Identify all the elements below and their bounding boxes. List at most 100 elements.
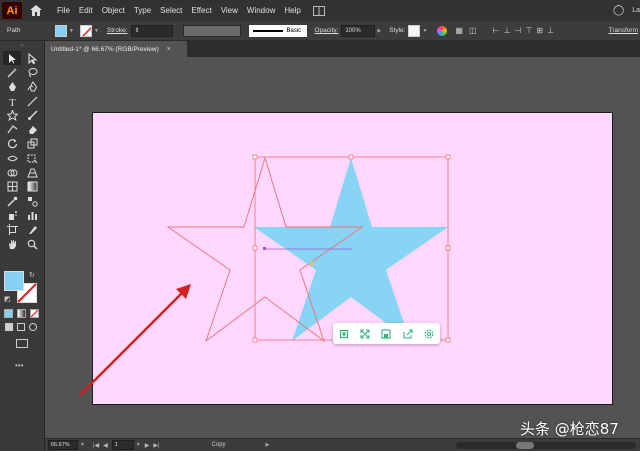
opacity-label[interactable]: Opacity: bbox=[315, 27, 339, 34]
perspective-grid-tool-icon[interactable] bbox=[23, 165, 41, 179]
toolbox-collapse-icon[interactable]: » bbox=[0, 41, 44, 51]
close-tab-icon[interactable]: × bbox=[167, 46, 171, 53]
settings-icon[interactable] bbox=[422, 327, 436, 341]
hand-tool-icon[interactable] bbox=[3, 237, 21, 251]
scrollbar-thumb[interactable] bbox=[516, 441, 534, 449]
opacity-field[interactable]: 100% bbox=[341, 24, 376, 37]
lasso-tool-icon[interactable] bbox=[23, 65, 41, 79]
graphic-style-swatch[interactable] bbox=[408, 24, 421, 37]
width-tool-icon[interactable] bbox=[3, 151, 21, 165]
swap-fill-stroke-icon[interactable]: ↻ bbox=[29, 271, 35, 279]
edit-toolbar-icon[interactable]: ••• bbox=[15, 361, 23, 370]
free-transform-tool-icon[interactable] bbox=[23, 151, 41, 165]
recolor-icon[interactable] bbox=[437, 25, 448, 36]
stroke-dropdown-icon[interactable]: ▼ bbox=[94, 28, 99, 34]
menu-view[interactable]: View bbox=[221, 6, 238, 15]
zoom-tool-icon[interactable] bbox=[23, 237, 41, 251]
symbol-sprayer-tool-icon[interactable] bbox=[3, 208, 21, 222]
none-mode-icon[interactable] bbox=[30, 309, 39, 318]
menu-window[interactable]: Window bbox=[247, 6, 275, 15]
menu-type[interactable]: Type bbox=[134, 6, 151, 15]
fullscreen-icon[interactable] bbox=[358, 327, 372, 341]
fill-color-swatch[interactable] bbox=[55, 24, 67, 37]
eraser-tool-icon[interactable] bbox=[23, 122, 41, 136]
fill-swatch[interactable] bbox=[4, 271, 24, 291]
isolate-icon[interactable]: ◫ bbox=[469, 26, 477, 35]
home-icon[interactable] bbox=[28, 3, 44, 19]
stroke-weight-field[interactable]: ⇕ bbox=[130, 24, 173, 37]
workspace-label[interactable]: La bbox=[632, 7, 640, 14]
line-segment-tool-icon[interactable] bbox=[23, 94, 41, 108]
artboard-dropdown-icon[interactable]: ▼ bbox=[136, 442, 141, 448]
last-artboard-icon[interactable]: ▶| bbox=[153, 442, 159, 449]
gradient-mode-icon[interactable] bbox=[17, 309, 26, 318]
opacity-dropdown-icon[interactable]: ▶ bbox=[377, 28, 381, 34]
next-artboard-icon[interactable]: ▶ bbox=[145, 442, 150, 449]
artboard-number-field[interactable]: 1 bbox=[111, 440, 134, 450]
slice-tool-icon[interactable] bbox=[23, 223, 41, 237]
center-point[interactable] bbox=[309, 261, 315, 267]
fill-dropdown-icon[interactable]: ▼ bbox=[69, 28, 74, 34]
brush-definition-field[interactable]: Basic bbox=[248, 24, 307, 37]
rotate-tool-icon[interactable] bbox=[3, 137, 21, 151]
pattern-guide-start[interactable] bbox=[263, 247, 266, 250]
align-bottom-icon[interactable]: ⊥ bbox=[547, 26, 554, 35]
gradient-tool-icon[interactable] bbox=[23, 180, 41, 194]
draw-normal-icon[interactable] bbox=[5, 323, 13, 331]
mesh-tool-icon[interactable] bbox=[3, 180, 21, 194]
save-icon[interactable] bbox=[379, 327, 393, 341]
align-left-icon[interactable]: ⊢ bbox=[493, 26, 500, 35]
align-hcenter-icon[interactable]: ⊥ bbox=[504, 26, 511, 35]
selection-tool-icon[interactable] bbox=[3, 51, 21, 66]
status-text[interactable]: Copy bbox=[212, 442, 226, 448]
menu-file[interactable]: File bbox=[57, 6, 70, 15]
stroke-color-swatch[interactable] bbox=[79, 24, 92, 37]
menu-object[interactable]: Object bbox=[102, 6, 125, 15]
draw-inside-icon[interactable] bbox=[29, 323, 37, 331]
magic-wand-tool-icon[interactable] bbox=[3, 65, 21, 79]
paintbrush-tool-icon[interactable] bbox=[23, 108, 41, 122]
direct-selection-tool-icon[interactable] bbox=[23, 51, 41, 65]
document-tab[interactable]: Untitled-1* @ 66.67% (RGB/Preview) × bbox=[45, 41, 187, 57]
menu-edit[interactable]: Edit bbox=[79, 6, 93, 15]
shaper-tool-icon[interactable] bbox=[3, 122, 21, 136]
column-graph-tool-icon[interactable] bbox=[23, 208, 41, 222]
status-menu-icon[interactable]: ▶ bbox=[266, 442, 270, 448]
curvature-tool-icon[interactable] bbox=[23, 80, 41, 94]
style-dropdown-icon[interactable]: ▼ bbox=[422, 28, 427, 34]
transform-link[interactable]: Transform bbox=[609, 27, 638, 34]
menu-select[interactable]: Select bbox=[160, 6, 182, 15]
color-mode-icon[interactable] bbox=[4, 309, 13, 318]
fill-stroke-widget: ↻ ◩ bbox=[4, 271, 42, 307]
first-artboard-icon[interactable]: |◀ bbox=[93, 442, 99, 449]
artboard-tool-icon[interactable] bbox=[3, 223, 21, 237]
draw-mode-row bbox=[5, 323, 37, 331]
menu-help[interactable]: Help bbox=[284, 6, 300, 15]
horizontal-scrollbar[interactable] bbox=[456, 441, 636, 449]
blend-tool-icon[interactable] bbox=[23, 194, 41, 208]
arrange-documents-icon[interactable] bbox=[311, 3, 327, 19]
prev-artboard-icon[interactable]: ◀ bbox=[103, 442, 108, 449]
eyedropper-tool-icon[interactable] bbox=[3, 194, 21, 208]
zoom-dropdown-icon[interactable]: ▼ bbox=[80, 442, 85, 448]
align-icon[interactable]: ▦ bbox=[455, 26, 463, 35]
align-top-icon[interactable]: ⊤ bbox=[525, 26, 532, 35]
pen-tool-icon[interactable] bbox=[3, 80, 21, 94]
lightbulb-icon[interactable]: ◯ bbox=[613, 5, 624, 16]
menu-effect[interactable]: Effect bbox=[191, 6, 211, 15]
align-vcenter-icon[interactable]: ⊞ bbox=[536, 26, 543, 35]
stroke-weight-stepper-icon[interactable]: ⇕ bbox=[135, 27, 140, 34]
share-icon[interactable] bbox=[401, 327, 415, 341]
stroke-label[interactable]: Stroke: bbox=[107, 27, 128, 34]
align-right-icon[interactable]: ⊣ bbox=[514, 26, 521, 35]
zoom-field[interactable]: 66.67% bbox=[48, 440, 78, 450]
copy-icon[interactable] bbox=[337, 327, 351, 341]
shape-builder-tool-icon[interactable] bbox=[3, 165, 21, 179]
default-fill-stroke-icon[interactable]: ◩ bbox=[4, 295, 11, 303]
type-tool-icon[interactable]: T bbox=[3, 94, 21, 108]
scale-tool-icon[interactable] bbox=[23, 137, 41, 151]
draw-behind-icon[interactable] bbox=[17, 323, 25, 331]
screen-mode-icon[interactable] bbox=[16, 339, 28, 348]
star-tool-icon[interactable] bbox=[3, 108, 21, 122]
variable-width-field[interactable] bbox=[182, 24, 241, 37]
